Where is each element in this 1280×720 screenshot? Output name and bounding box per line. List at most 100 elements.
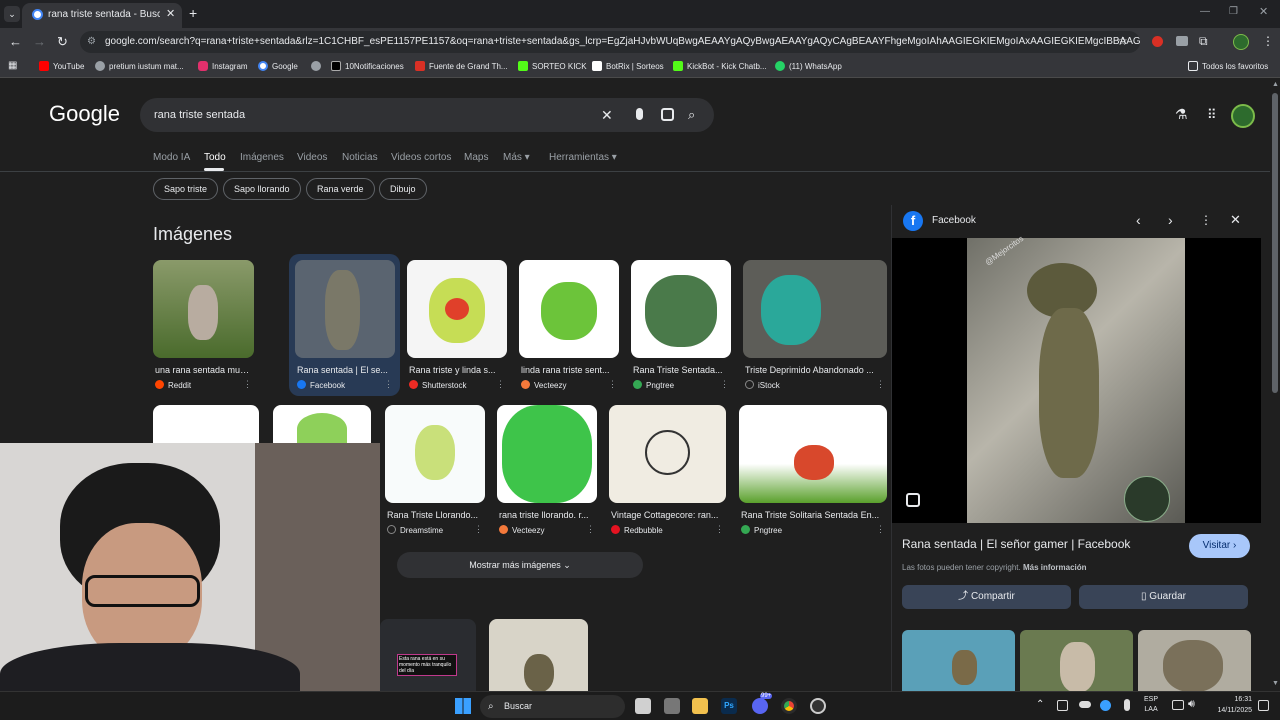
image-result-istock[interactable]: Triste Deprimido Abandonado ... iStock ⋮ [743,260,887,392]
profile-avatar[interactable] [1233,34,1249,50]
apps-grid-icon[interactable]: ▦ [8,60,17,71]
labs-flask-icon[interactable]: ⚗ [1175,106,1188,123]
tab-modo-ia[interactable]: Modo IA [153,152,190,163]
volume-icon[interactable]: 🔊︎ [1188,698,1195,711]
video-result-thumbnail[interactable] [489,619,588,692]
lens-search-icon[interactable] [906,493,920,507]
bookmark-botrix[interactable]: BotRix | Sorteos [592,61,664,71]
more-options-icon[interactable]: ⋮ [608,379,617,390]
bookmark-youtube[interactable]: YouTube [39,61,84,71]
account-avatar[interactable] [1231,104,1255,128]
language-indicator[interactable]: ESP LAA [1144,695,1158,715]
panel-menu-icon[interactable]: ⋮ [1200,213,1212,227]
more-options-icon[interactable]: ⋮ [586,524,595,535]
obs-icon[interactable] [810,698,826,714]
chip-dibujo[interactable]: Dibujo [379,178,427,200]
tab-videos-cortos[interactable]: Videos cortos [391,152,451,163]
image-result-facebook[interactable]: Rana sentada | El se... Facebook ⋮ [295,260,395,392]
image-result-reddit[interactable]: una rana sentada muy triste... Reddit ⋮ [153,260,254,392]
related-image[interactable] [1138,630,1251,692]
tab-list-button[interactable]: ⌄ [4,6,20,22]
tab-maps[interactable]: Maps [464,152,488,163]
scrollbar-thumb[interactable] [1272,93,1278,393]
search-input[interactable]: rana triste sentada ✕ ⌕ [140,98,714,132]
extension-icon[interactable] [1176,36,1188,46]
address-bar[interactable]: ⚙ google.com/search?q=rana+triste+sentad… [80,31,1140,53]
bookmark-x[interactable]: 10Notificaciones [331,61,404,71]
more-options-icon[interactable]: ⋮ [876,379,885,390]
preview-image[interactable]: @Mejorcitos [892,234,1261,523]
image-result-vecteezy-2[interactable]: rana triste llorando. r... Vecteezy ⋮ [497,405,597,537]
chevron-up-icon[interactable]: ⌃ [1036,699,1044,710]
discord-icon[interactable] [752,698,768,714]
related-image[interactable] [902,630,1015,692]
next-icon[interactable]: › [1168,212,1173,228]
chip-sapo-triste[interactable]: Sapo triste [153,178,219,200]
close-panel-icon[interactable]: ✕ [1230,212,1241,228]
file-explorer-icon[interactable] [692,698,708,714]
more-options-icon[interactable]: ⋮ [474,524,483,535]
restore-icon[interactable]: ❐ [1229,6,1238,17]
show-more-images-button[interactable]: Mostrar más imágenes ⌄ [397,552,643,578]
browser-menu-icon[interactable]: ⋮ [1262,34,1274,48]
all-bookmarks[interactable]: Todos los favoritos [1188,61,1268,71]
tab-videos[interactable]: Videos [297,152,327,163]
close-window-icon[interactable]: ✕ [1259,5,1268,18]
tab-imagenes[interactable]: Imágenes [240,152,284,163]
bookmark-google[interactable]: Google [258,61,298,71]
visit-button[interactable]: Visitar › [1189,534,1250,558]
new-tab-icon[interactable]: + [189,5,197,21]
voice-search-icon[interactable] [636,108,643,120]
extensions-puzzle-icon[interactable]: ⧉ [1199,34,1208,49]
google-logo[interactable]: Google [49,101,120,127]
minimize-icon[interactable]: — [1200,6,1210,17]
tray-icon[interactable] [1057,700,1068,711]
image-result-shutterstock[interactable]: Rana triste y linda s... Shutterstock ⋮ [407,260,507,392]
search-icon[interactable]: ⌕ [688,98,695,132]
scroll-down-icon[interactable]: ▼ [1272,680,1279,687]
bookmark-sorteo-kick[interactable]: SORTEO KICK [518,61,587,71]
chip-rana-verde[interactable]: Rana verde [306,178,375,200]
network-icon[interactable] [1172,700,1184,710]
more-info-link[interactable]: Más información [1023,563,1087,572]
image-thumbnail[interactable] [273,405,371,445]
image-result-redbubble[interactable]: Vintage Cottagecore: ran... Redbubble ⋮ [609,405,726,537]
more-options-icon[interactable]: ⋮ [496,379,505,390]
share-button[interactable]: ⤴ Compartir [902,585,1071,609]
notifications-icon[interactable] [1258,700,1269,711]
extension-red-icon[interactable] [1152,36,1163,47]
related-image[interactable] [1020,630,1133,692]
panel-source[interactable]: Facebook [932,215,976,226]
scroll-up-icon[interactable]: ▲ [1272,81,1279,88]
clock[interactable]: 16:31 14/11/2025 [1208,694,1252,716]
bookmark-kickbot[interactable]: KickBot - Kick Chatb... [673,61,767,71]
back-icon[interactable]: ← [9,34,22,49]
close-tab-icon[interactable]: ✕ [166,7,175,20]
bookmark-pretium[interactable]: pretium iustum mat... [95,61,184,71]
previous-icon[interactable]: ‹ [1136,212,1141,228]
page-scrollbar[interactable]: ▲ ▼ [1270,79,1280,692]
save-button[interactable]: ▯ Guardar [1079,585,1248,609]
image-result-dreamstime[interactable]: Rana Triste Llorando... Dreamstime ⋮ [385,405,485,537]
reload-icon[interactable]: ↻ [57,34,68,50]
microphone-icon[interactable] [1124,699,1130,711]
more-options-icon[interactable]: ⋮ [243,379,252,390]
image-result-vecteezy[interactable]: linda rana triste sent... Vecteezy ⋮ [519,260,619,392]
bookmark-fuente[interactable]: Fuente de Grand Th... [415,61,508,71]
tab-noticias[interactable]: Noticias [342,152,378,163]
bookmark-instagram[interactable]: Instagram [198,61,248,71]
site-info-icon[interactable]: ⚙ [87,31,96,53]
tray-icon[interactable] [1100,700,1111,711]
task-view-icon[interactable] [635,698,651,714]
bookmark-star-icon[interactable]: ☆ [1117,34,1128,48]
taskbar-search[interactable]: ⌕ Buscar [480,695,625,718]
google-apps-icon[interactable]: ⠿ [1207,107,1217,123]
chrome-icon[interactable] [781,698,797,714]
photoshop-icon[interactable]: Ps [721,698,737,714]
more-options-icon[interactable]: ⋮ [715,524,724,535]
chip-sapo-llorando[interactable]: Sapo llorando [223,178,301,200]
windows-start-icon[interactable] [455,698,471,714]
app-icon[interactable] [664,698,680,714]
bookmark-whatsapp[interactable]: (11) WhatsApp [775,61,842,71]
forward-icon[interactable]: → [33,34,46,49]
